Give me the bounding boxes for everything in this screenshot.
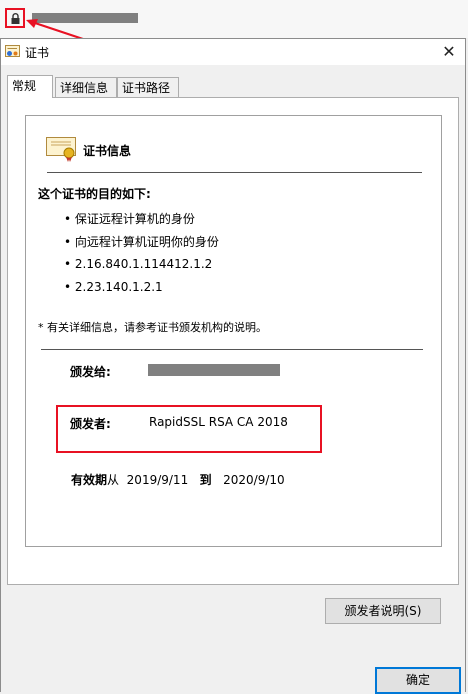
tab-certification-path[interactable]: 证书路径 [117, 77, 179, 97]
divider-middle [41, 349, 423, 350]
dialog-titlebar: 证书 ✕ [1, 39, 465, 65]
valid-to-date: 2020/9/10 [223, 473, 285, 487]
close-button[interactable]: ✕ [433, 39, 465, 65]
validity-to-word: 到 [199, 473, 212, 487]
purpose-item: • 2.16.840.1.114412.1.2 [64, 257, 213, 271]
more-info-note: * 有关详细信息，请参考证书颁发机构的说明。 [38, 321, 267, 334]
ok-button[interactable]: 确定 [375, 667, 461, 694]
certificate-info-title: 证书信息 [83, 144, 132, 158]
issuer-highlight-annotation [56, 405, 322, 453]
certificate-info-box: 证书信息 这个证书的目的如下: • 保证远程计算机的身份 • 向远程计算机证明你… [25, 115, 442, 547]
issued-to-label: 颁发给: [70, 365, 111, 379]
purpose-item: • 2.23.140.1.2.1 [64, 280, 163, 294]
certificate-dialog: 证书 ✕ 常规 详细信息 证书路径 证书信息 这个证书的目的如下: • 保证远程… [0, 38, 466, 694]
lock-icon[interactable] [11, 13, 20, 24]
issued-to-value-redacted [148, 364, 280, 376]
issuer-statement-button[interactable]: 颁发者说明(S) [325, 598, 441, 624]
validity-label: 有效期 [71, 473, 108, 487]
valid-from-date: 2019/9/11 [126, 473, 189, 487]
purpose-heading: 这个证书的目的如下: [38, 187, 151, 201]
certificate-info-icon [46, 137, 76, 162]
certificate-icon [5, 45, 20, 57]
validity-period: 有效期从 2019/9/11 到 2020/9/10 [71, 471, 285, 488]
dialog-title: 证书 [25, 46, 50, 60]
tab-details[interactable]: 详细信息 [55, 77, 117, 97]
tab-general[interactable]: 常规 [7, 75, 53, 98]
validity-from-word: 从 [107, 473, 120, 487]
divider-top [47, 172, 422, 173]
general-tab-panel: 证书信息 这个证书的目的如下: • 保证远程计算机的身份 • 向远程计算机证明你… [7, 97, 459, 585]
purpose-item: • 向远程计算机证明你的身份 [64, 235, 219, 249]
dialog-footer: 确定 [1, 651, 465, 694]
purpose-item: • 保证远程计算机的身份 [64, 212, 195, 226]
